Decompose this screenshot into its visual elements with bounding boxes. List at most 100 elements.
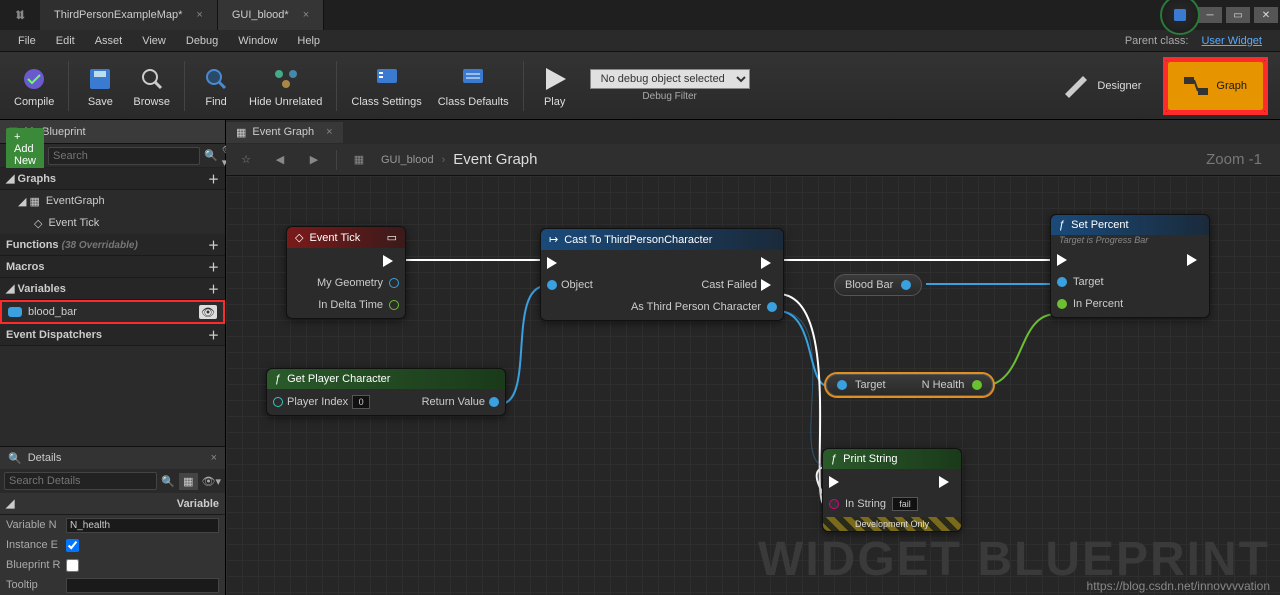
graph-canvas[interactable]: ◇Event Tick▭ My Geometry In Delta Time ƒ… [226, 176, 1280, 595]
node-set-percent[interactable]: ƒSet Percent Target is Progress Bar Targ… [1050, 214, 1210, 318]
variable-visibility-icon[interactable]: 👁 [199, 305, 217, 319]
ue-logo: 𝖚 [0, 0, 40, 30]
my-blueprint-panel: ▤ My Blueprint + Add New ▾ 🔍 👁▾ ◢ Graphs… [0, 120, 226, 595]
variable-section[interactable]: ◢ Variable [0, 493, 225, 515]
add-variable-button[interactable]: ＋ [208, 281, 219, 297]
search-icon[interactable]: 🔍 [204, 149, 218, 162]
class-defaults-button[interactable]: Class Defaults [430, 60, 517, 112]
class-settings-button[interactable]: Class Settings [343, 60, 429, 112]
save-label: Save [88, 96, 113, 108]
event-tick-item[interactable]: ◇ Event Tick [0, 212, 225, 234]
close-icon[interactable]: × [326, 126, 332, 138]
browse-button[interactable]: Browse [125, 60, 178, 112]
debug-object-select[interactable]: No debug object selected [590, 69, 750, 89]
window-tab-gui-blood[interactable]: GUI_blood* × [218, 0, 324, 30]
menu-help[interactable]: Help [287, 32, 330, 50]
node-print-string[interactable]: ƒPrint String In String Development Only [822, 448, 962, 532]
variable-name-input[interactable] [66, 518, 219, 533]
blueprint-search-input[interactable] [48, 147, 200, 165]
add-function-button[interactable]: ＋ [208, 237, 219, 253]
node-get-player-character[interactable]: ƒGet Player Character Player Index Retur… [266, 368, 506, 416]
toolbar: Compile Save Browse Find Hide Unrelated … [0, 52, 1280, 120]
blueprint-readonly-checkbox[interactable] [66, 559, 79, 572]
blog-url: https://blog.csdn.net/innovvvvation [1087, 579, 1270, 593]
find-button[interactable]: Find [191, 60, 241, 112]
details-tab[interactable]: 🔍 Details × [0, 447, 225, 469]
add-macro-button[interactable]: ＋ [208, 259, 219, 275]
tooltip-row: Tooltip [0, 575, 225, 595]
graph-button[interactable]: Graph [1168, 62, 1263, 110]
blueprint-readonly-row: Blueprint R [0, 555, 225, 575]
add-graph-button[interactable]: ＋ [208, 171, 219, 187]
field-label: Blueprint R [6, 559, 62, 571]
close-icon[interactable]: × [211, 452, 217, 464]
visibility-icon[interactable]: 👁▾ [202, 475, 222, 488]
menu-edit[interactable]: Edit [46, 32, 85, 50]
debug-filter: No debug object selected Debug Filter [590, 69, 750, 102]
add-dispatcher-button[interactable]: ＋ [208, 327, 219, 343]
details-search-input[interactable] [4, 472, 157, 490]
field-label: Instance E [6, 539, 62, 551]
tooltip-input[interactable] [66, 578, 219, 593]
close-icon[interactable]: × [196, 9, 202, 21]
player-index-input[interactable] [352, 395, 370, 409]
eventgraph-item[interactable]: ◢ ▦ EventGraph [0, 190, 225, 212]
functions-category[interactable]: Functions (38 Overridable)＋ [0, 234, 225, 256]
details-icon: 🔍 [8, 452, 22, 465]
forward-button[interactable]: ▶ [302, 148, 326, 172]
compile-label: Compile [14, 96, 54, 108]
menu-view[interactable]: View [132, 32, 176, 50]
menu-asset[interactable]: Asset [85, 32, 133, 50]
in-string-input[interactable] [892, 497, 918, 511]
save-button[interactable]: Save [75, 60, 125, 112]
hide-unrelated-button[interactable]: Hide Unrelated [241, 60, 330, 112]
field-label: Variable N [6, 519, 62, 531]
grid-icon[interactable]: ▦ [179, 473, 197, 490]
class-defaults-label: Class Defaults [438, 96, 509, 108]
zoom-level: Zoom -1 [1206, 151, 1272, 168]
menu-window[interactable]: Window [228, 32, 287, 50]
menu-file[interactable]: File [8, 32, 46, 50]
window-tab-map[interactable]: ThirdPersonExampleMap* × [40, 0, 218, 30]
menubar: File Edit Asset View Debug Window Help P… [0, 30, 1280, 52]
back-button[interactable]: ◀ [268, 148, 292, 172]
close-icon[interactable]: × [303, 9, 309, 21]
details-title: Details [28, 452, 62, 464]
instance-editable-checkbox[interactable] [66, 539, 79, 552]
variable-blood-bar[interactable]: blood_bar 👁 [0, 300, 225, 324]
menu-debug[interactable]: Debug [176, 32, 228, 50]
find-label: Find [205, 96, 226, 108]
node-subtitle: Target is Progress Bar [1051, 235, 1209, 247]
play-button[interactable]: Play [530, 60, 580, 112]
macros-category[interactable]: Macros＋ [0, 256, 225, 278]
graph-label: Graph [1216, 80, 1247, 92]
variables-category[interactable]: ◢ Variables＋ [0, 278, 225, 300]
browse-label: Browse [133, 96, 170, 108]
minimize-button[interactable]: ─ [1198, 7, 1222, 23]
maximize-button[interactable]: ▭ [1226, 7, 1250, 23]
node-blood-bar-variable[interactable]: Blood Bar [834, 274, 922, 296]
variable-name-row: Variable N [0, 515, 225, 535]
compile-icon [19, 64, 49, 94]
search-icon[interactable]: 🔍 [161, 475, 175, 488]
save-icon [85, 64, 115, 94]
defaults-icon [458, 64, 488, 94]
graph-toolbar: ☆ ◀ ▶ ▦ GUI_blood › Event Graph Zoom -1 [226, 144, 1280, 176]
node-event-tick[interactable]: ◇Event Tick▭ My Geometry In Delta Time [286, 226, 406, 319]
node-cast-thirdpersoncharacter[interactable]: ↦Cast To ThirdPersonCharacter ObjectCast… [540, 228, 784, 321]
breadcrumb-root[interactable]: GUI_blood [381, 154, 434, 166]
designer-button[interactable]: Designer [1045, 62, 1157, 110]
graphs-category[interactable]: ◢ Graphs＋ [0, 168, 225, 190]
event-dispatchers-category[interactable]: Event Dispatchers＋ [0, 324, 225, 346]
graph-area: ▦ Event Graph × ☆ ◀ ▶ ▦ GUI_blood › Even… [226, 120, 1280, 595]
graph-type-icon[interactable]: ▦ [347, 148, 371, 172]
play-icon [540, 64, 570, 94]
parent-class-link[interactable]: User Widget [1201, 35, 1262, 47]
close-button[interactable]: ✕ [1254, 7, 1278, 23]
favorite-button[interactable]: ☆ [234, 148, 258, 172]
designer-label: Designer [1097, 80, 1141, 92]
node-target-nhealth[interactable]: Target N Health [826, 374, 993, 396]
breadcrumb: GUI_blood › Event Graph [381, 151, 537, 168]
event-graph-tab[interactable]: ▦ Event Graph × [226, 122, 343, 143]
compile-button[interactable]: Compile [6, 60, 62, 112]
